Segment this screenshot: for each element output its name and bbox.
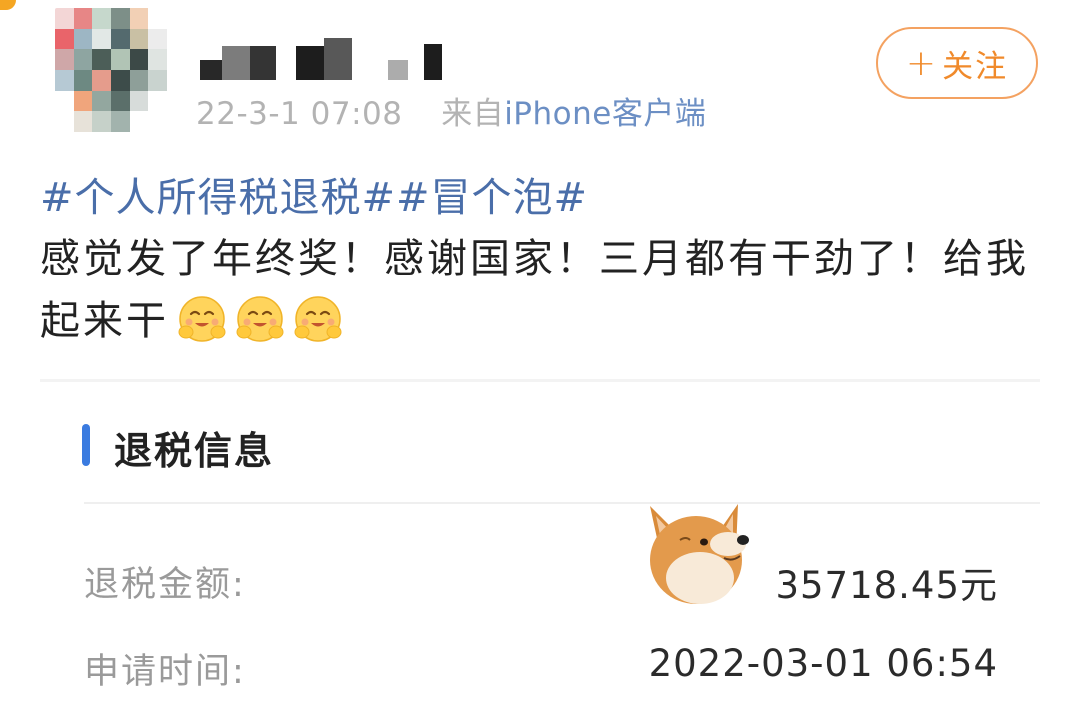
post-divider (40, 379, 1040, 382)
post-timestamp: 22-3-1 07:08 (196, 96, 403, 132)
hug-emoji-icon (294, 296, 342, 342)
card-title-accent (82, 424, 90, 466)
post-meta: 22-3-1 07:08 来自iPhone客户端 (196, 88, 706, 133)
user-avatar[interactable] (55, 8, 167, 132)
avatar-mosaic (55, 8, 167, 132)
hug-emoji-icon (236, 296, 284, 342)
apply-time-label: 申请时间: (84, 652, 246, 692)
plus-icon: + (905, 42, 939, 84)
doge-sticker-icon (650, 504, 749, 604)
corner-mark (0, 0, 16, 10)
card-divider (84, 502, 1040, 504)
username-redacted[interactable] (200, 38, 450, 84)
post-text: 感觉发了年终奖！感谢国家！三月都有干劲了！给我起来干 (40, 228, 1050, 352)
follow-button-label: 关注 (942, 48, 1009, 85)
apply-time-value: 2022-03-01 06:54 (648, 642, 998, 685)
post-hashtags[interactable]: #个人所得税退税##冒个泡# (40, 165, 588, 223)
follow-button[interactable]: + 关注 (876, 27, 1038, 99)
card-title: 退税信息 (114, 429, 275, 473)
post-source-link[interactable]: iPhone客户端 (504, 96, 706, 132)
refund-amount-value: 35718.45元 (775, 564, 998, 607)
refund-amount-label: 退税金额: (84, 565, 246, 605)
source-prefix: 来自 (441, 96, 505, 132)
hug-emoji-icon (178, 296, 226, 342)
